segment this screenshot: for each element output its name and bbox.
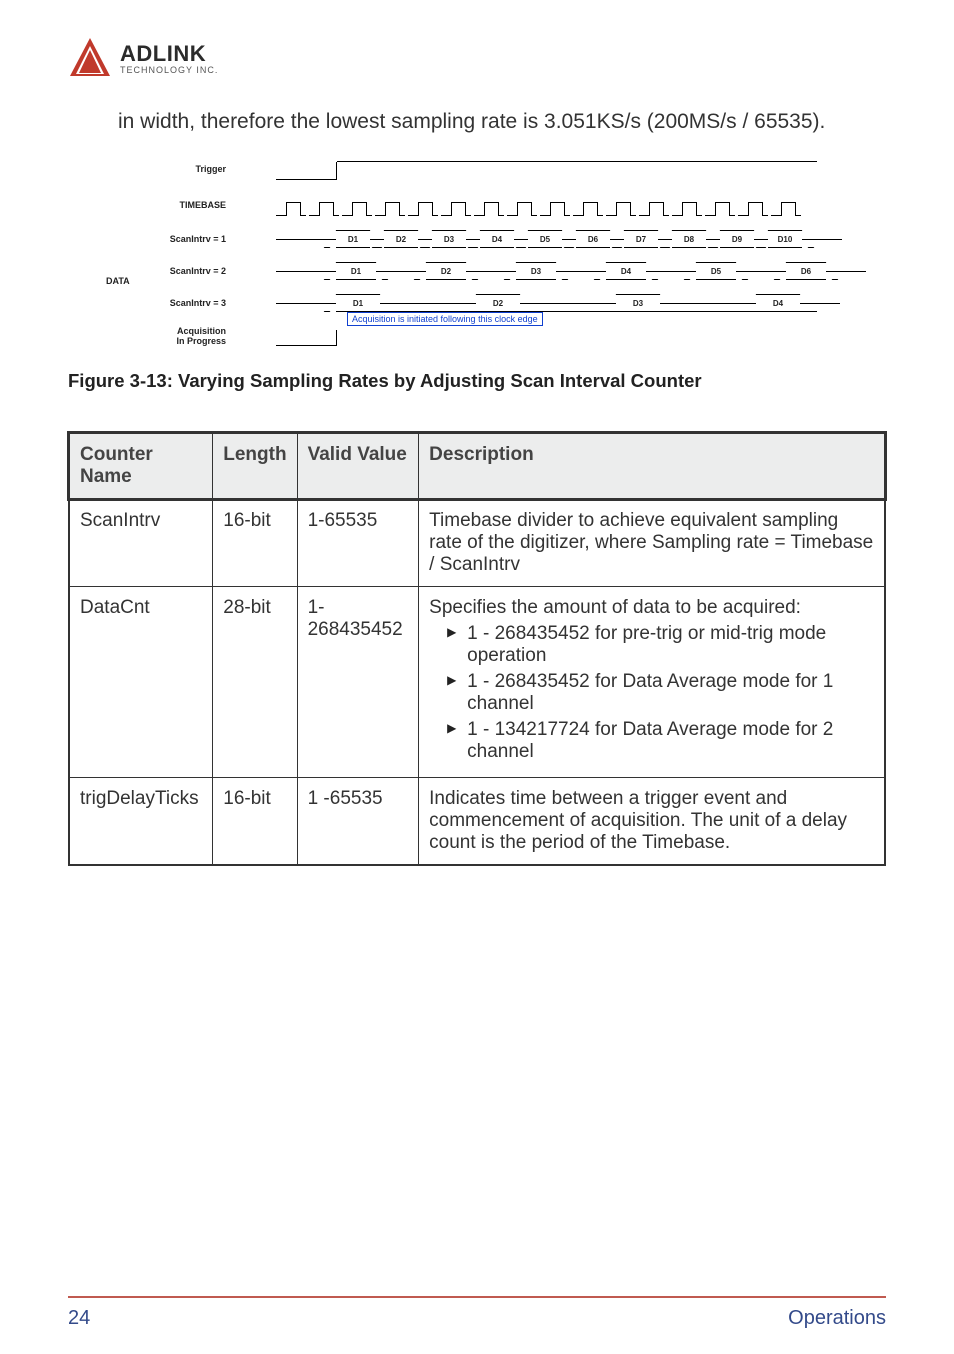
footer: 24 Operations: [68, 1307, 886, 1330]
logo: ADLINK TECHNOLOGY INC.: [68, 36, 886, 80]
logo-text: ADLINK TECHNOLOGY INC.: [120, 41, 218, 75]
section-name: Operations: [788, 1307, 886, 1330]
cell-valid-value: 1-268435452: [297, 587, 419, 778]
data-cell: D3: [516, 262, 556, 280]
table-row: DataCnt28-bit1-268435452Specifies the am…: [69, 587, 885, 778]
timing-diagram: Trigger TIMEBASE DATA ScanIntrv = 1 D1 D2…: [68, 158, 888, 346]
acquisition-wave: Acquisition is initiated following this …: [276, 326, 817, 346]
cell-description: Specifies the amount of data to be acqui…: [419, 587, 885, 778]
label-scan1: ScanIntrv = 1: [68, 234, 236, 244]
data-cell: D5: [528, 230, 562, 248]
cell-valid-value: 1-65535: [297, 499, 419, 587]
trigger-wave: [276, 158, 817, 180]
data-cell: D6: [786, 262, 826, 280]
label-data: DATA: [106, 276, 130, 286]
data-cell: D8: [672, 230, 706, 248]
data-cell: D10: [768, 230, 802, 248]
data-cell: D5: [696, 262, 736, 280]
data-cell: D7: [624, 230, 658, 248]
label-scan3: ScanIntrv = 3: [68, 298, 236, 308]
cell-length: 28-bit: [213, 587, 297, 778]
cell-valid-value: 1 -65535: [297, 778, 419, 866]
data-cell: D4: [756, 294, 800, 312]
data-cell: D3: [616, 294, 660, 312]
logo-mark-icon: [68, 36, 112, 80]
figure-caption: Figure 3-13: Varying Sampling Rates by A…: [68, 370, 886, 392]
data-cell: D6: [576, 230, 610, 248]
th-valid-value: Valid Value: [297, 433, 419, 499]
acquisition-note: Acquisition is initiated following this …: [347, 312, 543, 326]
cell-length: 16-bit: [213, 499, 297, 587]
cell-counter-name: ScanIntrv: [69, 499, 213, 587]
page-number: 24: [68, 1307, 90, 1330]
cell-description: Timebase divider to achieve equivalent s…: [419, 499, 885, 587]
scan1-row: D1 D2 D3 D4 D5 D6 D7 D8 D9 D10: [276, 230, 842, 248]
logo-subtitle: TECHNOLOGY INC.: [120, 65, 218, 75]
label-acquisition: Acquisition In Progress: [68, 326, 236, 346]
footer-rule: [68, 1296, 886, 1298]
cell-counter-name: trigDelayTicks: [69, 778, 213, 866]
th-description: Description: [419, 433, 885, 499]
cell-description: Indicates time between a trigger event a…: [419, 778, 885, 866]
bullet-item: 1 - 268435452 for Data Average mode for …: [447, 671, 874, 715]
bullet-item: 1 - 268435452 for pre-trig or mid-trig m…: [447, 623, 874, 667]
data-cell: D1: [336, 262, 376, 280]
label-scan2: ScanIntrv = 2: [68, 266, 236, 276]
th-length: Length: [213, 433, 297, 499]
data-cell: D1: [336, 294, 380, 312]
timebase-clock: [276, 194, 801, 216]
label-trigger: Trigger: [68, 164, 236, 174]
th-counter-name: Counter Name: [69, 433, 213, 499]
intro-paragraph: in width, therefore the lowest sampling …: [118, 108, 886, 136]
data-cell: D1: [336, 230, 370, 248]
data-cell: D3: [432, 230, 466, 248]
cell-counter-name: DataCnt: [69, 587, 213, 778]
data-cell: D2: [384, 230, 418, 248]
data-cell: D9: [720, 230, 754, 248]
logo-brand: ADLINK: [120, 41, 218, 67]
data-cell: D4: [606, 262, 646, 280]
table-row: ScanIntrv16-bit1-65535Timebase divider t…: [69, 499, 885, 587]
bullet-item: 1 - 134217724 for Data Average mode for …: [447, 719, 874, 763]
cell-length: 16-bit: [213, 778, 297, 866]
scan3-row: D1 D2 D3 D4: [276, 294, 840, 312]
data-cell: D2: [476, 294, 520, 312]
scan2-row: D1 D2 D3 D4 D5 D6: [276, 262, 866, 280]
data-cell: D4: [480, 230, 514, 248]
counter-table: Counter Name Length Valid Value Descript…: [68, 432, 886, 866]
data-cell: D2: [426, 262, 466, 280]
table-row: trigDelayTicks16-bit1 -65535Indicates ti…: [69, 778, 885, 866]
label-timebase: TIMEBASE: [68, 200, 236, 210]
